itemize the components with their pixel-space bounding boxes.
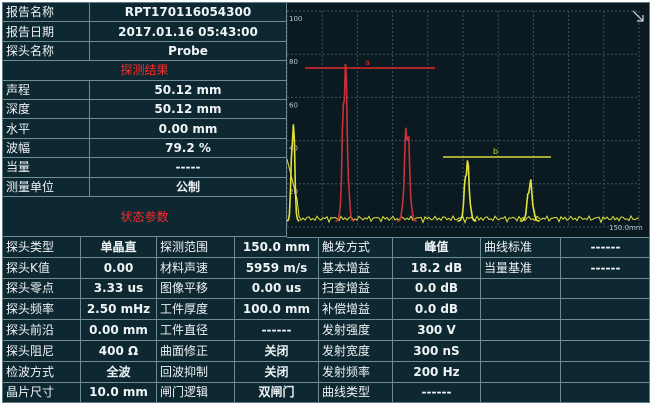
status-label-r3-c6	[481, 299, 561, 321]
status-label-r2-c6	[481, 278, 561, 300]
echo-peak-yellow-1	[457, 160, 477, 222]
status-value-r6-c7	[561, 362, 649, 383]
status-label-r4-c0: 探头前沿	[3, 320, 81, 341]
result-value-5: 公制	[90, 177, 287, 197]
status-label-r6-c6	[481, 361, 561, 383]
echo-peak-yellow-2	[519, 179, 540, 222]
status-label-r2-c4: 扫查增益	[319, 278, 393, 300]
y-tick-label-1: 80	[289, 58, 298, 66]
result-value-3: 79.2 %	[90, 138, 287, 159]
status-label-r7-c4: 曲线类型	[319, 382, 393, 402]
status-value-r5-c7	[561, 341, 649, 362]
status-value-r4-c7	[561, 320, 649, 341]
status-value-r4-c3: ------	[235, 320, 319, 341]
waveform-plot: 100 80 60 40 20 150.0mm a b	[287, 3, 649, 238]
status-label-r4-c2: 工件直径	[157, 320, 235, 341]
result-label-3: 波幅	[3, 138, 90, 159]
report-label-1: 报告日期	[3, 22, 90, 42]
result-label-0: 声程	[3, 80, 90, 100]
report-value-1: 2017.01.16 05:43:00	[90, 22, 287, 42]
status-value-r6-c1: 全波	[81, 361, 157, 383]
status-value-r1-c1: 0.00	[81, 257, 157, 279]
status-value-r7-c5: ------	[393, 382, 481, 402]
status-value-r2-c1: 3.33 us	[81, 278, 157, 300]
status-label-r5-c2: 曲面修正	[157, 341, 235, 362]
y-tick-label-2: 60	[289, 101, 298, 109]
status-value-r6-c3: 关闭	[235, 361, 319, 383]
results-section-title: 探测结果	[3, 61, 287, 81]
status-value-r0-c3: 150.0 mm	[235, 237, 319, 258]
status-value-r4-c5: 300 V	[393, 320, 481, 341]
status-label-r7-c0: 晶片尺寸	[3, 382, 81, 402]
status-label-r6-c2: 回波抑制	[157, 361, 235, 383]
result-label-5: 测量单位	[3, 177, 90, 197]
status-value-r6-c5: 200 Hz	[393, 361, 481, 383]
status-label-r7-c2: 闸门逻辑	[157, 382, 235, 402]
gate-a-label: a	[365, 58, 370, 67]
status-label-r0-c2: 探测范围	[157, 237, 235, 258]
status-label-r0-c4: 触发方式	[319, 237, 393, 258]
result-value-4: -----	[90, 158, 287, 178]
echo-peak-red-2	[396, 127, 417, 222]
echo-peak-red-1	[335, 63, 355, 222]
status-value-r5-c1: 400 Ω	[81, 341, 157, 362]
status-label-r3-c2: 工件厚度	[157, 299, 235, 321]
result-value-2: 0.00 mm	[90, 119, 287, 139]
status-label-r6-c0: 检波方式	[3, 361, 81, 383]
status-value-r1-c3: 5959 m/s	[235, 257, 319, 279]
report-window: 报告名称 RPT170116054300 报告日期 2017.01.16 05:43:…	[2, 2, 650, 403]
status-label-r2-c2: 图像平移	[157, 278, 235, 300]
status-label-r1-c0: 探头K值	[3, 257, 81, 279]
status-label-r6-c4: 发射频率	[319, 361, 393, 383]
status-value-r7-c1: 10.0 mm	[81, 382, 157, 402]
status-label-r5-c4: 发射宽度	[319, 341, 393, 362]
status-label-r7-c6	[481, 382, 561, 402]
gate-b-label: b	[493, 147, 498, 156]
status-value-r2-c3: 0.00 us	[235, 278, 319, 300]
status-label-r3-c4: 补偿增益	[319, 299, 393, 321]
status-label-r2-c0: 探头零点	[3, 278, 81, 300]
status-label-r1-c2: 材料声速	[157, 257, 235, 279]
status-label-r1-c4: 基本增益	[319, 257, 393, 279]
arrow-corner-icon	[632, 10, 644, 22]
report-value-2: Probe	[90, 41, 287, 62]
status-label-r3-c0: 探头频率	[3, 299, 81, 321]
result-label-4: 当量	[3, 158, 90, 178]
status-label-r5-c6	[481, 341, 561, 362]
status-value-r1-c5: 18.2 dB	[393, 257, 481, 279]
status-value-r5-c3: 关闭	[235, 341, 319, 362]
status-value-r1-c7: ------	[561, 258, 649, 279]
status-label-r1-c6: 当量基准	[481, 257, 561, 279]
status-section-title: 状态参数	[3, 197, 287, 237]
status-value-r3-c7	[561, 299, 649, 321]
status-value-r0-c1: 单晶直	[81, 237, 157, 258]
report-label-2: 探头名称	[3, 41, 90, 62]
status-label-r4-c6	[481, 320, 561, 341]
status-label-r0-c0: 探头类型	[3, 237, 81, 258]
status-value-r7-c3: 双闸门	[235, 382, 319, 402]
status-value-r2-c5: 0.0 dB	[393, 278, 481, 300]
result-value-0: 50.12 mm	[90, 80, 287, 100]
status-value-r4-c1: 0.00 mm	[81, 320, 157, 341]
status-value-r7-c7	[561, 383, 649, 402]
status-value-r0-c5: 峰值	[393, 237, 481, 258]
y-tick-label-0: 100	[289, 15, 302, 23]
x-end-label: 150.0mm	[609, 224, 643, 232]
status-label-r5-c0: 探头阻尼	[3, 341, 81, 362]
waveform-canvas: 10080604020150.0mmab	[287, 10, 644, 232]
status-value-r0-c7: ------	[561, 237, 649, 258]
status-label-r0-c6: 曲线标准	[481, 237, 561, 258]
result-value-1: 50.12 mm	[90, 100, 287, 120]
status-value-r5-c5: 300 nS	[393, 341, 481, 362]
y-tick-label-3: 40	[289, 145, 298, 153]
result-label-2: 水平	[3, 119, 90, 139]
report-value-0: RPT170116054300	[90, 3, 287, 23]
status-value-r2-c7	[561, 279, 649, 300]
report-label-0: 报告名称	[3, 3, 90, 23]
result-label-1: 深度	[3, 100, 90, 120]
status-value-r3-c5: 0.0 dB	[393, 299, 481, 321]
status-label-r4-c4: 发射强度	[319, 320, 393, 341]
status-value-r3-c1: 2.50 mHz	[81, 299, 157, 321]
status-value-r3-c3: 100.0 mm	[235, 299, 319, 321]
